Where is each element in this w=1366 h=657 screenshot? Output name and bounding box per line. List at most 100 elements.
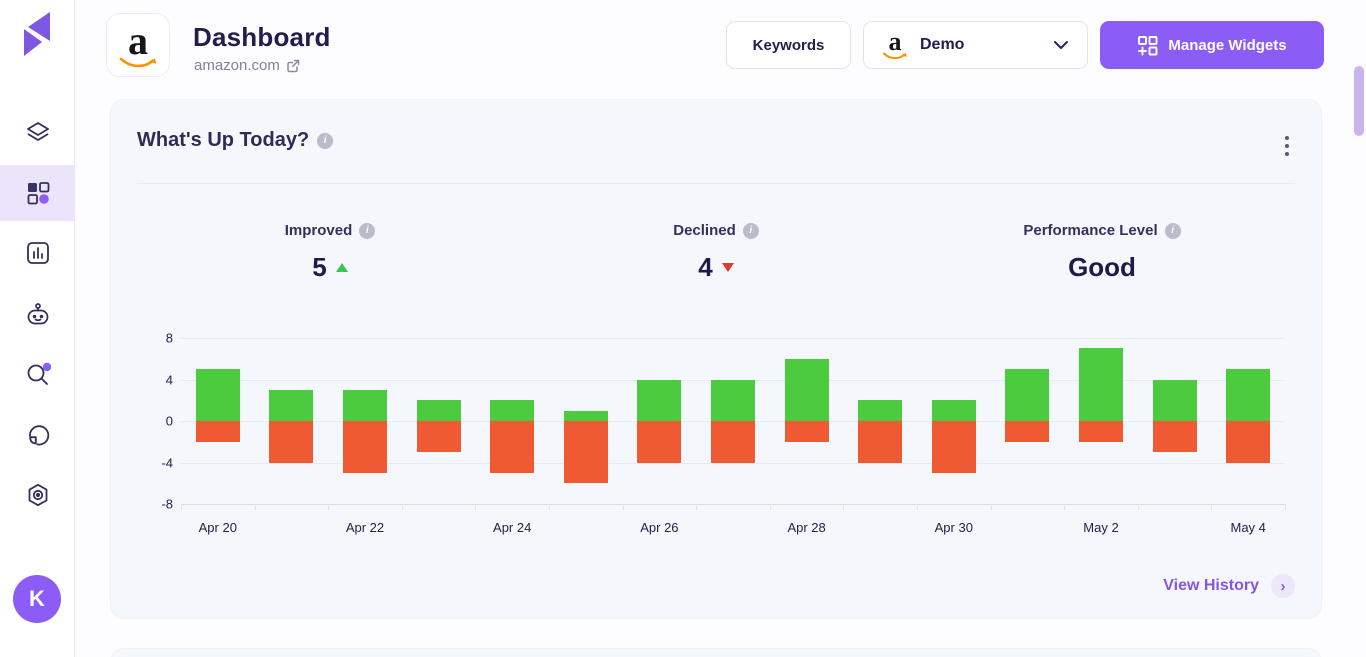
improved-bar[interactable] (343, 390, 387, 421)
sidebar-item-robot[interactable] (0, 287, 75, 343)
improved-bar[interactable] (196, 369, 240, 421)
bar-group-apr-24[interactable] (475, 338, 549, 504)
robot-icon (24, 301, 52, 329)
scrollbar-thumb[interactable] (1354, 66, 1364, 136)
y-tick-label: -4 (161, 455, 173, 470)
declined-bar[interactable] (932, 421, 976, 473)
site-link[interactable]: amazon.com (194, 57, 300, 74)
sidebar-item-search[interactable] (0, 346, 75, 402)
x-tick-mark (402, 504, 403, 510)
bar-group-apr-27[interactable] (696, 338, 770, 504)
declined-bar[interactable] (858, 421, 902, 463)
declined-bar[interactable] (417, 421, 461, 452)
bar-group-may-4[interactable] (1211, 338, 1285, 504)
sidebar-item-widgets[interactable] (0, 165, 75, 221)
trend-up-icon (336, 263, 348, 272)
stat-declined-value: 4 (698, 252, 712, 283)
y-tick-label: 8 (166, 331, 173, 346)
declined-bar[interactable] (490, 421, 534, 473)
x-tick-mark (1211, 504, 1212, 510)
improved-bar[interactable] (490, 400, 534, 421)
view-history-link[interactable]: View History › (1163, 574, 1295, 598)
improved-bar[interactable] (1226, 369, 1270, 421)
x-tick-mark (1138, 504, 1139, 510)
bar-group-apr-26[interactable] (623, 338, 697, 504)
improved-bar[interactable] (858, 400, 902, 421)
app-logo-icon[interactable] (14, 8, 60, 60)
x-tick-label: Apr 30 (917, 520, 991, 535)
y-tick-label: 0 (166, 414, 173, 429)
bar-group-may-2[interactable] (1064, 338, 1138, 504)
widget-title: What's Up Today? (137, 129, 309, 152)
declined-bar[interactable] (196, 421, 240, 442)
declined-bar[interactable] (343, 421, 387, 473)
declined-bar[interactable] (1226, 421, 1270, 463)
user-avatar[interactable]: K (13, 575, 61, 623)
bar-group-apr-20[interactable] (181, 338, 255, 504)
stat-performance-label: Performance Level (1023, 222, 1157, 239)
search-icon (24, 360, 52, 388)
bar-group-apr-30[interactable] (917, 338, 991, 504)
x-tick-label: May 2 (1064, 520, 1138, 535)
bar-group-apr-28[interactable] (770, 338, 844, 504)
scrollbar-track[interactable] (1352, 0, 1366, 657)
declined-bar[interactable] (564, 421, 608, 483)
widget-menu-kebab-icon[interactable] (1281, 132, 1293, 160)
info-icon[interactable]: i (359, 223, 375, 239)
x-tick-mark (1285, 504, 1286, 510)
improved-bar[interactable] (785, 359, 829, 421)
bar-group-may-1[interactable] (991, 338, 1065, 504)
x-tick-label: Apr 24 (475, 520, 549, 535)
x-tick-mark (770, 504, 771, 510)
keywords-button[interactable]: Keywords (726, 21, 851, 69)
declined-bar[interactable] (1153, 421, 1197, 452)
site-domain: amazon.com (194, 57, 280, 74)
project-selector[interactable]: a Demo (863, 21, 1088, 69)
x-tick-label: Apr 20 (181, 520, 255, 535)
next-widget-card (110, 648, 1322, 657)
x-tick-mark (181, 504, 182, 510)
improved-bar[interactable] (932, 400, 976, 421)
stat-improved-value: 5 (312, 252, 326, 283)
stat-declined: Declined i 4 (523, 222, 909, 283)
stats-row: Improved i 5 Declined i 4 (137, 222, 1295, 283)
declined-bar[interactable] (1005, 421, 1049, 442)
stat-performance: Performance Level i Good (909, 222, 1295, 283)
bar-group-may-3[interactable] (1138, 338, 1212, 504)
amazon-logo-icon: a (882, 29, 908, 61)
bar-group-apr-21[interactable] (255, 338, 329, 504)
improved-bar[interactable] (711, 380, 755, 422)
improved-bar[interactable] (417, 400, 461, 421)
x-tick-mark (255, 504, 256, 510)
amazon-logo-icon: a (118, 21, 158, 70)
avatar-initial: K (29, 586, 45, 612)
bar-group-apr-22[interactable] (328, 338, 402, 504)
sidebar-item-settings[interactable] (0, 467, 75, 523)
improved-bar[interactable] (637, 380, 681, 422)
improved-bar[interactable] (269, 390, 313, 421)
declined-bar[interactable] (637, 421, 681, 463)
app-screen: K a Dashboard amazon.com Keywords a (0, 0, 1366, 657)
bar-group-apr-29[interactable] (843, 338, 917, 504)
declined-bar[interactable] (711, 421, 755, 463)
declined-bar[interactable] (269, 421, 313, 463)
bar-group-apr-25[interactable] (549, 338, 623, 504)
sidebar-item-layers[interactable] (0, 105, 75, 161)
info-icon[interactable]: i (743, 223, 759, 239)
improved-bar[interactable] (564, 411, 608, 421)
improved-bar[interactable] (1153, 380, 1197, 422)
improved-bar[interactable] (1005, 369, 1049, 421)
sidebar-item-share-of-voice[interactable] (0, 407, 75, 463)
bar-chart-icon (25, 240, 51, 266)
sidebar-item-analytics[interactable] (0, 225, 75, 281)
declined-bar[interactable] (785, 421, 829, 442)
info-icon[interactable]: i (317, 133, 333, 149)
declined-bar[interactable] (1079, 421, 1123, 442)
x-tick-label: Apr 22 (328, 520, 402, 535)
x-tick-mark (549, 504, 550, 510)
info-icon[interactable]: i (1165, 223, 1181, 239)
bar-group-apr-23[interactable] (402, 338, 476, 504)
manage-widgets-button[interactable]: Manage Widgets (1100, 21, 1324, 69)
improved-bar[interactable] (1079, 348, 1123, 421)
x-tick-label: Apr 28 (770, 520, 844, 535)
